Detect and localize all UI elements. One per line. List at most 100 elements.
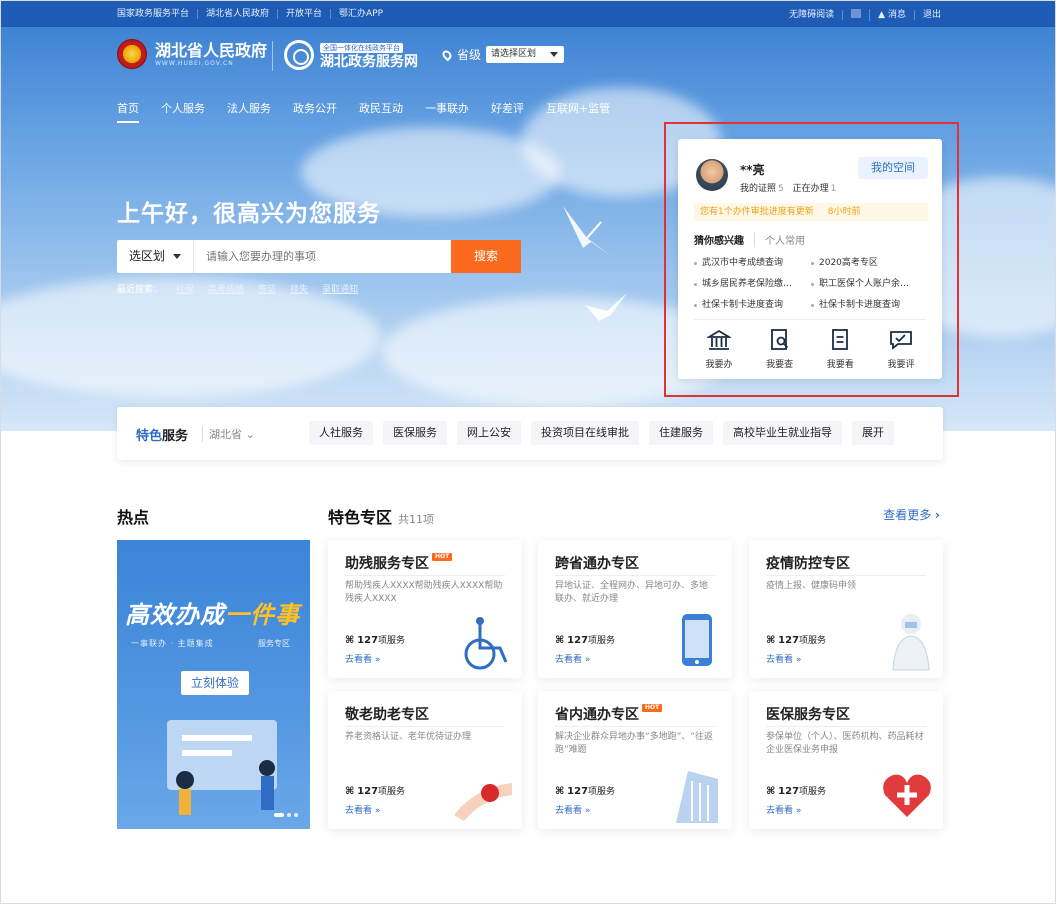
zone-card-link[interactable]: 去看看 » [766,652,801,665]
zone-card-title-text: 疫情防控专区 [766,556,850,572]
logout-link[interactable]: 退出 [915,10,941,20]
tag-police[interactable]: 网上公安 [457,421,521,445]
zone-card[interactable]: 跨省通办专区 异地认证、全程网办、异地可办、多地联办、就近办理 ⌘ 127项服务… [538,540,732,678]
tag-expand[interactable]: 展开 [852,421,894,445]
user-card: **亮 我的证照 5 正在办理 1 我的空间 您有1个办件审批进度有更新 8小时前 猜… [678,139,942,379]
view-more-link[interactable]: 查看更多 › [883,506,940,523]
zone-card[interactable]: 省内通办专区 HOT 解决企业群众异地办事“多地跑”、“往返跑”难题 ⌘ 127项… [538,691,732,829]
messages-link[interactable]: ▲ 消息 [870,10,915,20]
avatar[interactable] [696,159,728,191]
zone-card-link[interactable]: 去看看 » [555,652,590,665]
region-select[interactable]: 请选择区划 [486,46,565,63]
nav-item-one-stop[interactable]: 一事联办 [425,100,469,120]
top-link[interactable]: 国家政务服务平台 [117,9,199,19]
nav-item-supervision[interactable]: 互联网+监管 [546,100,610,120]
list-item[interactable]: 2020高考专区 [811,253,928,274]
list-item[interactable]: 城乡居民养老保险缴… [694,274,811,295]
search-input[interactable] [194,240,451,273]
tag-hr-social[interactable]: 人社服务 [309,421,373,445]
gov-logo[interactable]: 湖北省人民政府 WWW.HUBEI.GOV.CN [117,39,267,69]
list-item[interactable]: 社保卡制卡进度查询 [694,295,811,316]
count-unit: 项服务 [588,787,616,797]
count-unit: 项服务 [378,636,406,646]
banner-illustration [167,720,277,815]
doing-link[interactable]: 正在办理 [793,184,829,194]
action-rate[interactable]: 我要评 [876,329,926,370]
recent-search-link[interactable]: 社保 [176,282,194,295]
greeting: 上午好，很高兴为您服务 [117,201,381,227]
recent-search-link[interactable]: 挂失 [290,282,308,295]
accessibility-link[interactable]: 无障碍阅读 [781,10,844,20]
recent-search-link[interactable]: 录取通知 [322,282,358,295]
hot-banner[interactable]: 高效办成一件事 一事联办 · 主题集成 服务专区 立刻体验 [117,540,310,829]
cert-link[interactable]: 我的证照 [740,184,776,194]
list-item[interactable]: 社保卡制卡进度查询 [811,295,928,316]
phone-illustration [682,614,712,666]
zone-card-link[interactable]: 去看看 » [555,803,590,816]
zone-card[interactable]: 助残服务专区 HOT 帮助残疾人XXXX帮助残疾人XXXX帮助残疾人XXXX ⌘ … [328,540,522,678]
portal-logo[interactable]: 全国一体化在线政务平台 湖北政务服务网 [284,39,418,71]
nav-item-home[interactable]: 首页 [117,100,139,123]
zone-card-count: ⌘ 127项服务 [345,633,405,646]
user-avatar-placeholder[interactable] [843,9,871,21]
bell-icon: ▲ [878,10,886,20]
count-value: 127 [357,786,379,797]
zone-card-desc: 参保单位（个人）、医药机构、药品耗材企业医保业务申报 [766,732,924,755]
list-item[interactable]: 职工医保个人账户余… [811,274,928,295]
tab-interests[interactable]: 猜你感兴趣 [694,232,744,247]
nav-item-personal[interactable]: 个人服务 [161,100,205,120]
search-region-dropdown[interactable]: 选区划 [117,240,194,273]
top-link[interactable]: 鄂汇办APP [331,9,391,19]
recent-search-link[interactable]: 签证 [258,282,276,295]
feature-service-band: 特色服务 湖北省 ⌄ 人社服务 医保服务 网上公安 投资项目在线审批 住建服务 … [117,407,943,460]
action-query[interactable]: 我要查 [755,329,805,370]
tag-investment[interactable]: 投资项目在线审批 [531,421,639,445]
list-item[interactable]: 武汉市中考成绩查询 [694,253,811,274]
action-handle[interactable]: 我要办 [694,329,744,370]
portal-name: 湖北政务服务网 [320,54,418,70]
band-region-dropdown[interactable]: 湖北省 ⌄ [202,426,255,442]
banner-subtitle: 一事联办 · 主题集成 [131,639,214,648]
band-region-label: 湖北省 [209,428,242,441]
progress-notice[interactable]: 您有1个办件审批进度有更新 8小时前 [694,203,928,221]
zone-card-link[interactable]: 去看看 » [345,803,380,816]
zone-card-title: 助残服务专区 HOT [345,553,453,573]
grid-icon: ⌘ [555,786,565,797]
tag-graduate[interactable]: 高校毕业生就业指导 [723,421,842,445]
grid-icon: ⌘ [555,635,565,646]
recent-label: 最近搜索： [117,285,163,295]
top-link[interactable]: 开放平台 [278,9,332,19]
zone-card-link[interactable]: 去看看 » [345,652,380,665]
zones-title-text: 特色专区 [328,508,393,527]
bank-icon [707,329,731,350]
chevron-down-icon: ⌄ [245,428,255,441]
top-links: 国家政务服务平台 湖北省人民政府 开放平台 鄂汇办APP [117,9,391,19]
chat-icon [890,331,912,350]
zone-card[interactable]: 疫情防控专区 疫情上报、健康码申领 ⌘ 127项服务 去看看 » [749,540,943,678]
tag-medical-insurance[interactable]: 医保服务 [383,421,447,445]
my-space-button[interactable]: 我的空间 [858,157,928,179]
nav-item-gov-open[interactable]: 政务公开 [293,100,337,120]
zone-card[interactable]: 敬老助老专区 养老资格认证、老年优待证办理 ⌘ 127项服务 去看看 » [328,691,522,829]
nav-item-rating[interactable]: 好差评 [491,100,524,120]
try-now-button[interactable]: 立刻体验 [181,671,249,695]
band-title: 特色服务 [136,425,188,444]
tag-housing[interactable]: 住建服务 [649,421,713,445]
cert-count: 5 [778,184,784,194]
nav-item-corporate[interactable]: 法人服务 [227,100,271,120]
recent-search-link[interactable]: 高考成绩 [208,282,244,295]
zone-card-link[interactable]: 去看看 » [766,803,801,816]
action-view[interactable]: 我要看 [815,329,865,370]
tab-frequent[interactable]: 个人常用 [754,232,805,247]
zone-card-link-label: 去看看 [555,655,583,665]
region-selector: 省级 请选择区划 [440,46,565,63]
action-label: 我要看 [826,360,854,370]
zone-card-title-text: 敬老助老专区 [345,707,429,723]
zone-card-title: 敬老助老专区 [345,704,429,724]
search-button[interactable]: 搜索 [451,240,521,273]
carousel-dots[interactable] [271,813,298,817]
zone-card[interactable]: 医保服务专区 参保单位（个人）、医药机构、药品耗材企业医保业务申报 ⌘ 127项… [749,691,943,829]
top-link[interactable]: 湖北省人民政府 [198,9,279,19]
nav-item-interaction[interactable]: 政民互动 [359,100,403,120]
banner-title-a: 高效办成 [125,601,225,629]
